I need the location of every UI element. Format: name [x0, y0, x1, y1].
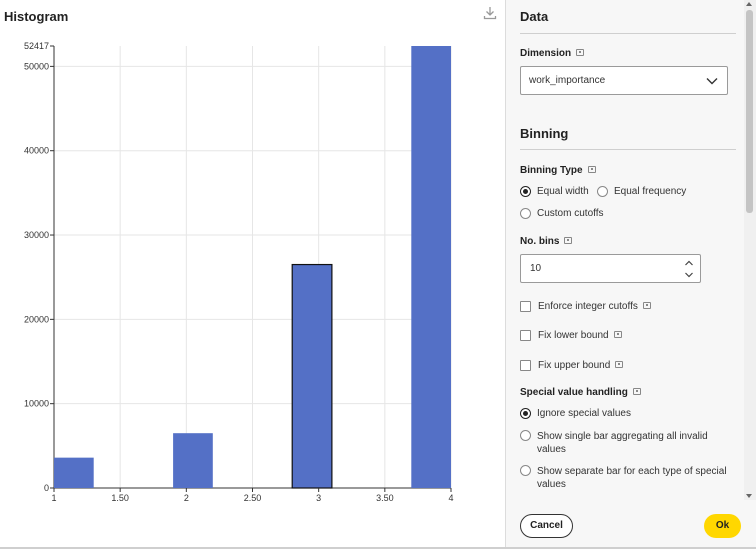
dimension-select[interactable]: work_importance: [520, 66, 728, 95]
dialog-footer: Cancel Ok: [506, 500, 756, 549]
radio-label: Ignore special values: [537, 408, 631, 419]
histogram-bar: [291, 263, 333, 489]
no-bins-label: No. bins: [520, 236, 573, 247]
no-bins-value: 10: [530, 263, 542, 274]
x-tick-label: 3.50: [376, 493, 394, 503]
no-bins-stepper[interactable]: 10: [520, 254, 701, 283]
histogram-bar: [411, 46, 451, 488]
radio-button[interactable]: [520, 208, 531, 219]
dimension-label-text: Dimension: [520, 48, 572, 59]
radio-label: Equal frequency: [614, 186, 687, 197]
chart-panel: Histogram 0 10000 20000 30000 40000 50000 5241…: [0, 0, 505, 549]
histogram-chart: 0 10000 20000 30000 40000 50000 52417 1 1.50 2 2.5…: [24, 41, 454, 503]
section-divider: [520, 149, 736, 150]
dimension-select-value: work_importance: [529, 75, 606, 86]
x-tick-label: 4: [448, 493, 453, 503]
y-tick-label: 40000: [24, 146, 49, 156]
x-tick-label: 2: [184, 493, 189, 503]
x-tick-label: 1: [51, 493, 56, 503]
scroll-down-arrow-icon[interactable]: [746, 494, 752, 498]
special-value-label-text: Special value handling: [520, 387, 628, 398]
x-tick-label: 2.50: [244, 493, 262, 503]
scrollbar-thumb[interactable]: [746, 10, 753, 213]
x-tick-label: 1.50: [111, 493, 129, 503]
binning-section-title: Binning: [520, 126, 569, 141]
fix-upper-checkbox[interactable]: [520, 360, 531, 371]
radio-button[interactable]: [597, 186, 608, 197]
info-icon[interactable]: [632, 388, 641, 395]
binning-type-label-text: Binning Type: [520, 165, 583, 176]
y-tick-label: 50000: [24, 61, 49, 71]
settings-scroll-area: Data Dimension work_importance Binning B…: [506, 0, 744, 500]
histogram-bar: [173, 433, 213, 488]
info-icon[interactable]: [587, 166, 596, 173]
chevron-down-icon: [685, 272, 693, 278]
fix-lower-checkbox[interactable]: [520, 330, 531, 341]
enforce-integer-checkbox[interactable]: [520, 301, 531, 312]
enforce-integer-label: Enforce integer cutoffs: [538, 301, 638, 312]
checkbox-label: Fix upper bound: [538, 360, 624, 371]
binning-type-label: Binning Type: [520, 165, 596, 176]
no-bins-label-text: No. bins: [520, 236, 560, 247]
radio-label: Show single bar aggregating all invalid …: [537, 431, 708, 455]
settings-panel: Data Dimension work_importance Binning B…: [506, 0, 756, 549]
x-tick-label: 3: [316, 493, 321, 503]
checkbox-label: Fix lower bound: [538, 330, 622, 341]
radio-label: Custom cutoffs: [537, 208, 604, 219]
ok-button[interactable]: Ok: [704, 514, 741, 538]
radio-button[interactable]: [520, 430, 531, 441]
radio-label: Equal width: [537, 186, 589, 197]
chevron-up-icon: [685, 260, 693, 266]
scroll-up-arrow-icon[interactable]: [746, 2, 752, 6]
info-icon[interactable]: [576, 49, 585, 56]
scrollbar[interactable]: [744, 0, 756, 500]
dimension-label: Dimension: [520, 48, 585, 59]
info-icon[interactable]: [564, 237, 573, 244]
y-tick-label: 52417: [24, 41, 49, 51]
data-section-title: Data: [520, 9, 549, 24]
radio-button-checked[interactable]: [520, 186, 531, 197]
info-icon[interactable]: [613, 331, 622, 338]
y-tick-label: 30000: [24, 230, 49, 240]
chevron-down-icon: [705, 74, 719, 93]
info-icon[interactable]: [615, 361, 624, 368]
checkbox-label: Enforce integer cutoffs: [538, 301, 651, 312]
y-tick-label: 10000: [24, 399, 49, 409]
special-value-label: Special value handling: [520, 387, 641, 398]
y-tick-label: 20000: [24, 314, 49, 324]
histogram-bar: [54, 457, 94, 488]
y-tick-label: 0: [44, 483, 49, 493]
section-divider: [520, 33, 736, 34]
radio-label: Show separate bar for each type of speci…: [537, 466, 727, 490]
fix-upper-label: Fix upper bound: [538, 360, 611, 371]
stepper-arrows[interactable]: [684, 258, 694, 280]
fix-lower-label: Fix lower bound: [538, 330, 609, 341]
info-icon[interactable]: [642, 302, 651, 309]
radio-button[interactable]: [520, 465, 531, 476]
radio-button-checked[interactable]: [520, 408, 531, 419]
cancel-button[interactable]: Cancel: [520, 514, 573, 538]
